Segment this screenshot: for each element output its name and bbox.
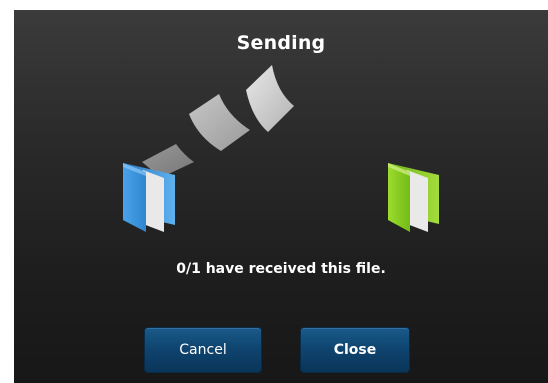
transfer-status-text: 0/1 have received this file. bbox=[176, 261, 386, 277]
cancel-button[interactable]: Cancel bbox=[145, 328, 261, 372]
blue-folder-icon bbox=[123, 163, 175, 232]
document-page-icon bbox=[246, 65, 294, 132]
green-folder-icon bbox=[388, 163, 439, 232]
transfer-animation bbox=[123, 65, 439, 232]
document-page-icon bbox=[189, 94, 250, 151]
send-file-dialog: Sending 0/1 have received this file. Can… bbox=[14, 10, 548, 383]
close-button[interactable]: Close bbox=[301, 328, 409, 372]
